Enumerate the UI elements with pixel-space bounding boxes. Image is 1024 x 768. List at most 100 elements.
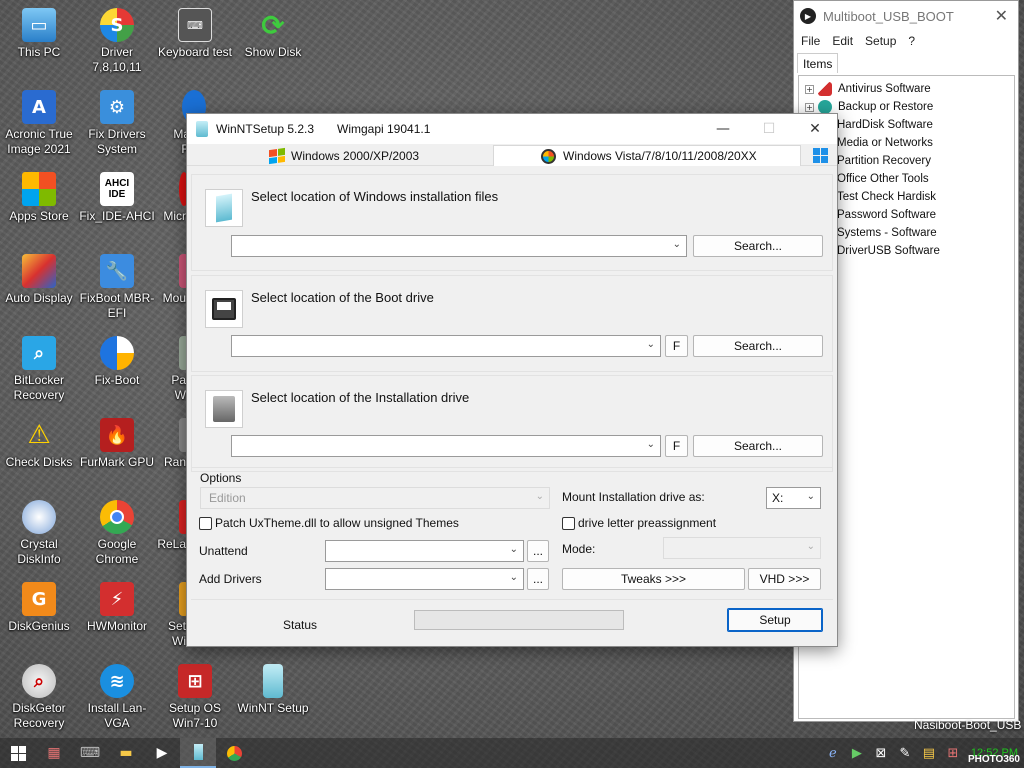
- desktop-icon-bitlocker[interactable]: ⌕ BitLocker Recovery: [0, 336, 78, 403]
- partial-icon[interactable]: ReLa: [155, 500, 189, 552]
- partial-icon[interactable]: Micr: [155, 172, 189, 224]
- boot-drive-search-button[interactable]: Search...: [693, 335, 823, 357]
- multiboot-titlebar[interactable]: ▶ Multiboot_USB_BOOT: [794, 1, 1018, 31]
- desktop-icon-crystal-diskinfo[interactable]: Crystal DiskInfo: [0, 500, 78, 567]
- install-drive-search-button[interactable]: Search...: [693, 435, 823, 457]
- desktop-icon-label: Apps Store: [9, 209, 69, 223]
- tree-item-label: Media or Networks: [837, 137, 933, 149]
- partial-icon-label: Micr: [163, 209, 186, 223]
- desktop-icon-this-pc[interactable]: ▭ This PC: [0, 8, 78, 60]
- drive-letter-checkbox[interactable]: [562, 517, 575, 530]
- chevron-down-icon: ⌄: [806, 541, 815, 552]
- install-files-combo[interactable]: ⌄: [231, 235, 687, 257]
- desktop-icon-label: Google Chrome: [95, 537, 139, 566]
- desktop-icon-diskgenius[interactable]: G DiskGenius: [0, 582, 78, 634]
- tab-windows-vista[interactable]: Windows Vista/7/8/10/11/2008/20XX: [493, 145, 801, 166]
- partial-icon[interactable]: Ran: [155, 418, 189, 470]
- menu-edit[interactable]: Edit: [832, 34, 853, 48]
- expand-icon[interactable]: +: [805, 102, 814, 112]
- desktop-icon-fix-ide-ahci[interactable]: AHCI IDE Fix_IDE-AHCI: [78, 172, 156, 224]
- taskbar-app-tool-icon[interactable]: ▦: [36, 738, 72, 768]
- desktop-icon-hwmonitor[interactable]: ⚡ HWMonitor: [78, 582, 156, 634]
- tray-play-icon[interactable]: ▶: [845, 738, 869, 768]
- desktop-icon-label: DiskGetor Recovery: [12, 701, 66, 730]
- desktop-icon-acronis[interactable]: A Acronic True Image 2021: [0, 90, 78, 157]
- partial-icon-label: ReLa: [157, 537, 186, 551]
- wimgapi-version: Wimgapi 19041.1: [337, 122, 431, 136]
- close-icon[interactable]: ✕: [792, 114, 838, 144]
- desktop-icon-fix-boot[interactable]: Fix-Boot: [78, 336, 156, 388]
- desktop-icon-chrome[interactable]: Google Chrome: [78, 500, 156, 567]
- mount-drive-combo[interactable]: X: ⌄: [766, 487, 821, 509]
- desktop-icon-label: HWMonitor: [86, 619, 147, 633]
- desktop-icon-apps-store[interactable]: Apps Store: [0, 172, 78, 224]
- menu-setup[interactable]: Setup: [865, 34, 896, 48]
- desktop-icon-setup-os[interactable]: ⊞ Setup OS Win7-10: [156, 664, 234, 731]
- desktop-icon-driver[interactable]: S Driver 7,8,10,11: [78, 8, 156, 75]
- chevron-down-icon: ⌄: [806, 491, 815, 502]
- winnt-titlebar[interactable]: WinNTSetup 5.2.3 Wimgapi 19041.1 — ☐ ✕: [187, 114, 837, 144]
- taskbar-winntsetup-icon[interactable]: [180, 738, 216, 768]
- desktop-icon-fixboot[interactable]: 🔧 FixBoot MBR-EFI: [78, 254, 156, 321]
- desktop-icon-label: WinNT Setup: [237, 701, 309, 715]
- boot-drive-combo[interactable]: ⌄: [231, 335, 661, 357]
- desktop-icon-show-disk[interactable]: ⟳ Show Disk: [234, 8, 312, 60]
- setup-button[interactable]: Setup: [727, 608, 823, 632]
- status-label: Status: [283, 618, 318, 632]
- tray-network-icon[interactable]: ⊠: [869, 738, 893, 768]
- unattend-combo[interactable]: ⌄: [325, 540, 524, 562]
- vhd-button[interactable]: VHD >>>: [748, 568, 821, 590]
- tree-item-label: Antivirus Software: [838, 83, 931, 95]
- menu-help[interactable]: ?: [908, 34, 915, 48]
- taskbar-keyboard-icon[interactable]: ⌨: [72, 738, 108, 768]
- partial-icon[interactable]: Mou: [155, 254, 189, 306]
- tray-folder-icon[interactable]: ▤: [917, 738, 941, 768]
- desktop-icon-label: Check Disks: [5, 455, 73, 469]
- desktop-icon-check-disks[interactable]: ⚠ Check Disks: [0, 418, 78, 470]
- install-files-icon: [205, 189, 243, 227]
- tree-item-antivirus[interactable]: + Antivirus Software: [799, 80, 1014, 98]
- add-drivers-browse-button[interactable]: ...: [527, 568, 549, 590]
- edition-value: Edition: [209, 491, 246, 505]
- refresh-arrows-icon: ⟳: [261, 8, 285, 42]
- desktop-icon-keyboard-test[interactable]: ⌨ Keyboard test: [156, 8, 234, 60]
- tweaks-button[interactable]: Tweaks >>>: [562, 568, 745, 590]
- edition-combo: Edition ⌄: [200, 487, 550, 509]
- gear-refresh-icon: ⚙: [100, 90, 134, 124]
- taskbar-multiboot-icon[interactable]: ▶: [144, 738, 180, 768]
- install-files-search-button[interactable]: Search...: [693, 235, 823, 257]
- patch-uxtheme-checkbox[interactable]: [199, 517, 212, 530]
- desktop-icon-diskgetor[interactable]: ⌕ DiskGetor Recovery: [0, 664, 78, 731]
- tab-label: Windows Vista/7/8/10/11/2008/20XX: [563, 149, 757, 163]
- desktop-icon-fix-drivers[interactable]: ⚙ Fix Drivers System: [78, 90, 156, 157]
- partial-icon-label: Pa: [171, 373, 186, 387]
- tray-tool-icon[interactable]: ✎: [893, 738, 917, 768]
- desktop-icon-install-lan-vga[interactable]: ≋ Install Lan-VGA: [78, 664, 156, 731]
- tab-items[interactable]: Items: [797, 53, 839, 73]
- tray-e-icon[interactable]: ℯ: [821, 738, 845, 768]
- partial-icon[interactable]: Pa W: [155, 336, 189, 403]
- close-icon[interactable]: ✕: [995, 6, 1008, 25]
- desktop-icon-winnt-setup[interactable]: WinNT Setup: [234, 664, 312, 716]
- tree-item-label: Backup or Restore: [838, 101, 934, 113]
- wrench-icon: 🔧: [100, 254, 134, 288]
- taskbar-folder-icon[interactable]: ▬: [108, 738, 144, 768]
- menu-file[interactable]: File: [801, 34, 820, 48]
- taskbar-chrome-icon[interactable]: [216, 738, 252, 768]
- tray-windows-icon[interactable]: ⊞: [941, 738, 965, 768]
- add-drivers-combo[interactable]: ⌄: [325, 568, 524, 590]
- install-drive-format-button[interactable]: F: [665, 435, 688, 457]
- tab-windows-xp[interactable]: Windows 2000/XP/2003: [269, 145, 419, 166]
- partial-icon[interactable]: Set Wi: [155, 582, 189, 649]
- start-button[interactable]: [0, 738, 36, 768]
- boot-drive-format-button[interactable]: F: [665, 335, 688, 357]
- desktop-icon-furmark[interactable]: 🔥 FurMark GPU: [78, 418, 156, 470]
- diskgenius-icon: G: [22, 582, 56, 616]
- desktop-icon-label: Show Disk: [244, 45, 302, 59]
- install-drive-combo[interactable]: ⌄: [231, 435, 661, 457]
- unattend-browse-button[interactable]: ...: [527, 540, 549, 562]
- partial-icon-label: Wi: [172, 634, 186, 648]
- expand-icon[interactable]: +: [805, 84, 814, 94]
- minimize-icon[interactable]: —: [700, 114, 746, 144]
- desktop-icon-auto-display[interactable]: Auto Display: [0, 254, 78, 306]
